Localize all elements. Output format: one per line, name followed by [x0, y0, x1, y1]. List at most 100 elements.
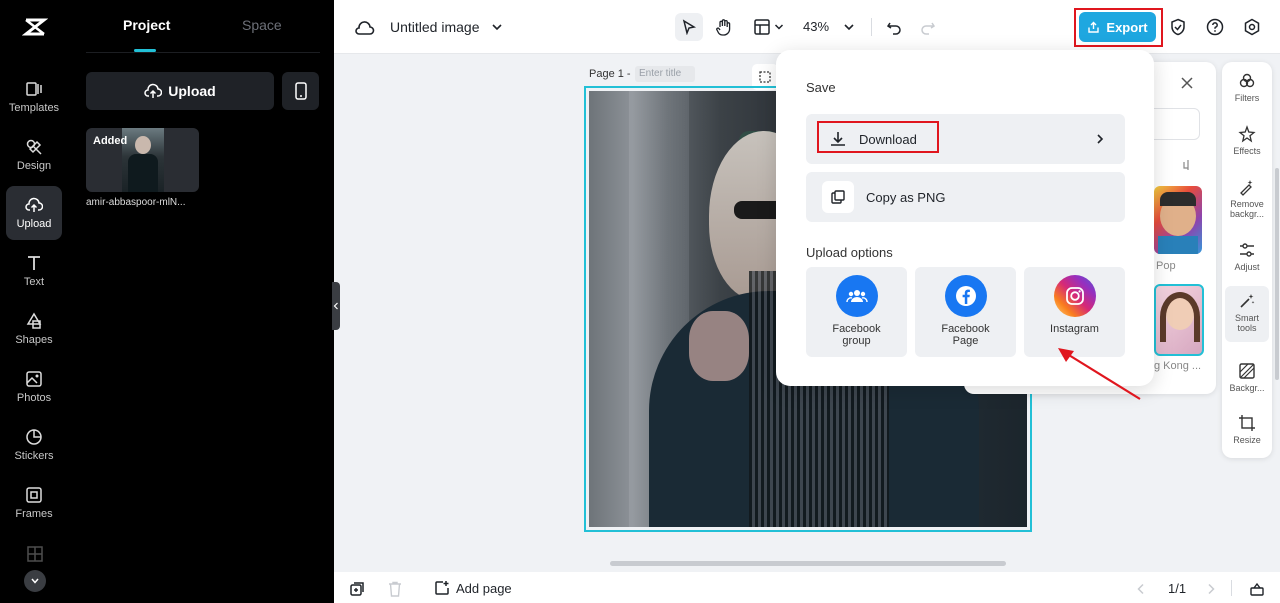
- rail-upload[interactable]: Upload: [6, 186, 62, 240]
- facebook-icon: [944, 275, 987, 317]
- rail-label: Design: [16, 160, 52, 172]
- tab-space[interactable]: Space: [242, 17, 282, 33]
- zoom-chevron-down-icon[interactable]: [841, 18, 857, 36]
- instagram-icon: [1053, 275, 1096, 317]
- cloud-save-icon[interactable]: [354, 17, 376, 39]
- rail-text[interactable]: Text: [6, 244, 62, 298]
- next-page-icon[interactable]: [1204, 581, 1218, 597]
- undo-icon[interactable]: [883, 15, 905, 39]
- shield-icon[interactable]: [1168, 16, 1188, 38]
- hand-tool-button[interactable]: [710, 13, 738, 41]
- cloud-upload-icon: [25, 197, 43, 212]
- select-tool-button[interactable]: [675, 13, 703, 41]
- upload-button-label: Upload: [168, 83, 216, 99]
- copy-png-option[interactable]: Copy as PNG: [806, 172, 1125, 222]
- help-icon[interactable]: [1205, 16, 1225, 38]
- tool-background[interactable]: Backgr...: [1225, 362, 1269, 393]
- tab-project[interactable]: Project: [123, 17, 170, 33]
- tool-label: Filters: [1234, 93, 1260, 103]
- remove-background-icon: [1240, 180, 1253, 196]
- rail-design[interactable]: Design: [6, 128, 62, 182]
- right-scrollbar[interactable]: [1275, 168, 1279, 380]
- panel-collapse-handle[interactable]: [332, 282, 340, 330]
- upload-button[interactable]: Upload: [86, 72, 274, 110]
- rail-photos[interactable]: Photos: [6, 360, 62, 414]
- rail-label: Frames: [15, 508, 53, 520]
- top-toolbar: Untitled image 43% Export: [334, 0, 1280, 54]
- settings-icon[interactable]: [1242, 16, 1262, 38]
- page-title-input[interactable]: Enter title: [635, 66, 695, 82]
- delete-page-icon[interactable]: [386, 580, 404, 598]
- compare-icon[interactable]: [1182, 158, 1194, 170]
- mobile-upload-button[interactable]: [282, 72, 319, 110]
- document-title[interactable]: Untitled image: [390, 19, 480, 35]
- option-label-line1: Instagram: [1050, 323, 1099, 335]
- download-option[interactable]: Download: [806, 114, 1125, 164]
- duplicate-page-icon[interactable]: [348, 580, 366, 598]
- add-page-button[interactable]: Add page: [434, 580, 512, 596]
- add-page-icon: [435, 581, 449, 595]
- effect-label-pop: Pop: [1156, 260, 1176, 272]
- rail-templates[interactable]: Templates: [6, 70, 62, 124]
- panel-divider: [86, 52, 320, 53]
- facebook-page-option[interactable]: Facebook Page: [915, 267, 1016, 357]
- frames-icon: [26, 487, 42, 503]
- uploaded-thumbnail[interactable]: Added: [86, 128, 199, 192]
- thumbnail-filename: amir-abbaspoor-mlN...: [86, 197, 186, 208]
- option-label-line2: Page: [952, 335, 979, 347]
- rail-shapes[interactable]: Shapes: [6, 302, 62, 356]
- layout-icon: [753, 19, 770, 35]
- tool-label: tools: [1237, 323, 1257, 333]
- hand-icon: [716, 19, 731, 36]
- background-icon: [1239, 363, 1255, 379]
- horizontal-scrollbar[interactable]: [610, 561, 1006, 566]
- templates-icon: [26, 82, 42, 96]
- copy-png-icon: [822, 181, 854, 213]
- tool-smart-tools[interactable]: Smart tools: [1225, 286, 1269, 342]
- tool-filters[interactable]: Filters: [1225, 72, 1269, 103]
- tool-remove-background[interactable]: Remove backgr...: [1225, 178, 1269, 219]
- effects-icon: [1238, 125, 1256, 143]
- option-label-line1: Facebook: [941, 323, 990, 335]
- close-icon[interactable]: [1180, 76, 1198, 94]
- upload-panel: Project Space Upload Added amir-abbaspoo…: [70, 0, 340, 603]
- export-button[interactable]: Export: [1079, 12, 1156, 42]
- save-heading: Save: [806, 80, 836, 95]
- tool-effects[interactable]: Effects: [1225, 125, 1269, 156]
- rail-frames[interactable]: Frames: [6, 476, 62, 530]
- effect-card-pop[interactable]: [1154, 186, 1202, 254]
- rail-collapse-button[interactable]: [24, 570, 46, 592]
- facebook-group-option[interactable]: Facebook group: [806, 267, 907, 357]
- cloud-upload-icon: [144, 83, 163, 98]
- photos-icon: [26, 371, 42, 387]
- effect-card-kong[interactable]: [1154, 284, 1204, 356]
- pages-panel-icon[interactable]: [1248, 580, 1266, 598]
- page-label: Page 1 -: [589, 68, 631, 80]
- toolbar-divider: [871, 18, 872, 36]
- text-icon: [28, 256, 40, 270]
- zoom-level[interactable]: 43%: [803, 19, 829, 34]
- magic-wand-icon: [1240, 294, 1255, 308]
- rail-label: Templates: [8, 102, 60, 114]
- title-chevron-down-icon[interactable]: [490, 18, 504, 36]
- upload-options-heading: Upload options: [806, 245, 893, 260]
- prev-page-icon[interactable]: [1134, 581, 1148, 597]
- design-icon: [26, 139, 42, 155]
- rail-label: Stickers: [14, 450, 54, 462]
- effect-label-kong: g Kong ...: [1154, 360, 1202, 372]
- rail-stickers[interactable]: Stickers: [6, 418, 62, 472]
- option-label-line1: Facebook: [832, 323, 881, 335]
- rail-label: Text: [23, 276, 45, 288]
- tool-adjust[interactable]: Adjust: [1225, 241, 1269, 272]
- chevron-down-icon: [774, 24, 783, 30]
- cursor-icon: [682, 19, 697, 35]
- filters-icon: [1239, 73, 1255, 88]
- layout-dropdown[interactable]: [748, 13, 788, 41]
- tool-label: Backgr...: [1229, 383, 1265, 393]
- redo-icon[interactable]: [917, 15, 939, 39]
- app-logo[interactable]: [21, 14, 49, 40]
- bottom-bar: Add page 1/1: [334, 572, 1280, 603]
- page-counter: 1/1: [1168, 581, 1187, 596]
- tool-resize[interactable]: Resize: [1225, 414, 1269, 445]
- copy-png-label: Copy as PNG: [866, 189, 946, 205]
